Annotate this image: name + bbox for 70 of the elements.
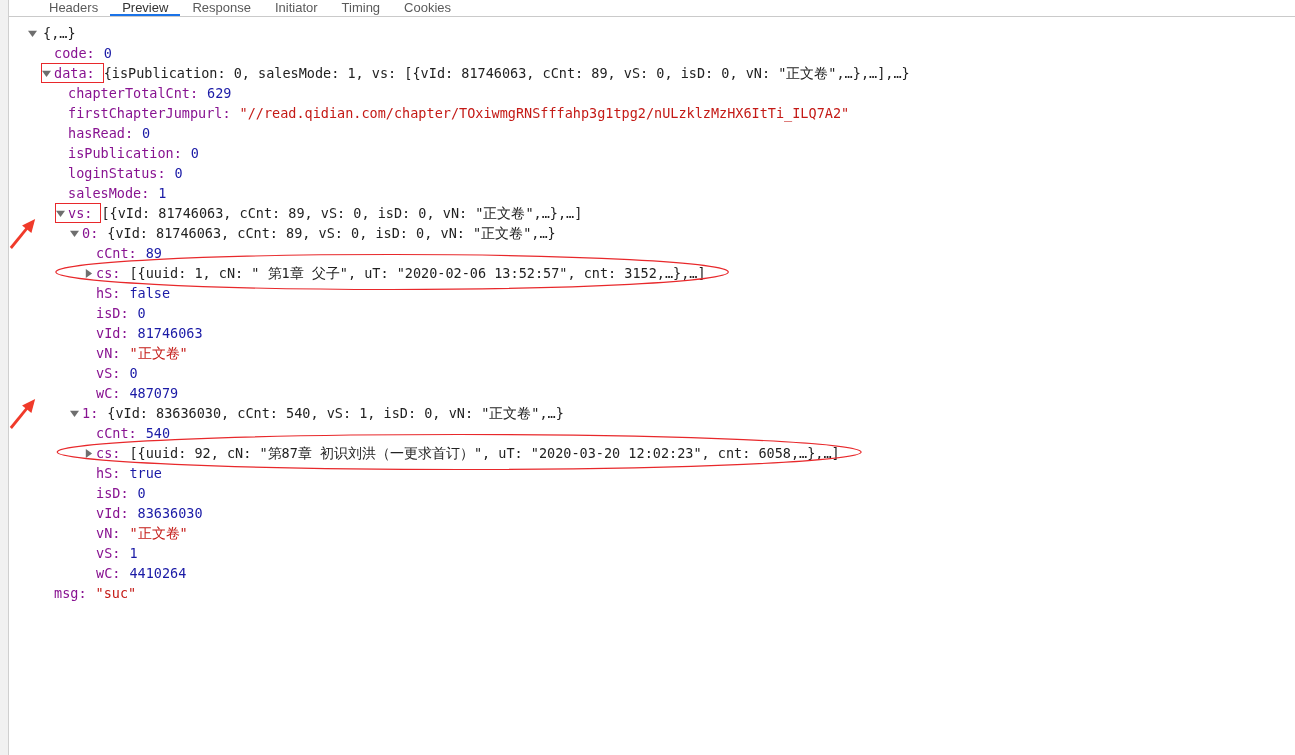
expand-triangle-down-icon[interactable] [28, 28, 37, 38]
property-value: {isPublication: 0, salesMode: 1, vs: [{vId: 81746063, cCnt: 89, vS: 0, isD: 0, vN: "正文卷",…},…],…} [103, 64, 910, 83]
property-value: true [129, 464, 162, 483]
property-key: vId: [96, 323, 129, 343]
property-value: 0 [137, 304, 146, 323]
expand-triangle-right-icon[interactable] [84, 268, 93, 278]
property-key: cs: [96, 443, 121, 463]
property-value: 4410264 [129, 564, 187, 583]
property-key: wC: [96, 563, 121, 583]
property-key: loginStatus: [68, 163, 166, 183]
tab[interactable]: Preview [110, 1, 181, 16]
property-key: isPublication: [68, 143, 182, 163]
property-value: 83636030 [137, 504, 203, 523]
property-key: vN: [96, 343, 121, 363]
property-key: cs: [96, 263, 121, 283]
property-value: "suc" [95, 584, 137, 603]
property-key: hS: [96, 463, 121, 483]
property-value: 0 [103, 44, 112, 63]
property-value: 0 [142, 124, 151, 143]
tab[interactable]: Headers [37, 1, 111, 16]
expand-triangle-down-icon[interactable] [56, 208, 65, 218]
property-key: 1: [82, 403, 99, 423]
property-value: 0 [137, 484, 146, 503]
expand-triangle-down-icon[interactable] [42, 68, 51, 78]
property-value: 81746063 [137, 324, 203, 343]
property-value: "//read.qidian.com/chapter/TOxiwmgRNSfffahp3g1tpg2/nULzklzMzHX6ItTi_ILQ7A2" [239, 104, 850, 123]
property-key: cCnt: [96, 423, 137, 443]
property-value: 0 [190, 144, 199, 163]
property-value: 487079 [129, 384, 179, 403]
property-value: [{vId: 81746063, cCnt: 89, vS: 0, isD: 0, vN: "正文卷",…},…] [101, 204, 583, 223]
property-value: 0 [129, 364, 138, 383]
property-key: chapterTotalCnt: [68, 83, 199, 103]
property-value: "正文卷" [129, 344, 188, 363]
property-value: 1 [158, 184, 167, 203]
property-key: vS: [96, 543, 121, 563]
property-key: vId: [96, 503, 129, 523]
property-key: vS: [96, 363, 121, 383]
property-key: data: [54, 63, 95, 83]
expand-triangle-down-icon[interactable] [70, 408, 79, 418]
property-value: 540 [145, 424, 171, 443]
property-key: code: [54, 43, 95, 63]
expand-triangle-right-icon[interactable] [84, 448, 93, 458]
property-key: wC: [96, 383, 121, 403]
property-value: [{uuid: 1, cN: " 第1章 父子", uT: "2020-02-06 13:52:57", cnt: 3152,…},…] [129, 264, 706, 283]
tab[interactable]: Initiator [262, 1, 330, 16]
property-key: hasRead: [68, 123, 134, 143]
property-key: hS: [96, 283, 121, 303]
property-key: vN: [96, 523, 121, 543]
property-value: {vId: 81746063, cCnt: 89, vS: 0, isD: 0, vN: "正文卷",…} [107, 224, 556, 243]
tab[interactable]: Response [180, 1, 263, 16]
property-value: [{uuid: 92, cN: "第87章 初识刘洪（一更求首订）", uT: "2020-03-20 12:02:23", cnt: 6058,…},…] [129, 444, 840, 463]
property-value: "正文卷" [129, 524, 188, 543]
property-key: msg: [54, 583, 87, 603]
property-key: firstChapterJumpurl: [68, 103, 231, 123]
property-key: isD: [96, 303, 129, 323]
tab[interactable]: Timing [329, 1, 393, 16]
expand-triangle-down-icon[interactable] [70, 228, 79, 238]
property-key: vs: [68, 203, 93, 223]
property-key: isD: [96, 483, 129, 503]
property-value: 89 [145, 244, 162, 263]
property-key: cCnt: [96, 243, 137, 263]
property-value: 629 [207, 84, 232, 103]
property-value: {vId: 83636030, cCnt: 540, vS: 1, isD: 0, vN: "正文卷",…} [107, 404, 564, 423]
property-value: 0 [174, 164, 183, 183]
property-value: {,…} [43, 24, 76, 43]
property-value: false [129, 284, 171, 303]
tab[interactable]: Cookies [392, 1, 464, 16]
property-value: 1 [129, 544, 138, 563]
property-key: 0: [82, 223, 99, 243]
property-key: salesMode: [68, 183, 150, 203]
